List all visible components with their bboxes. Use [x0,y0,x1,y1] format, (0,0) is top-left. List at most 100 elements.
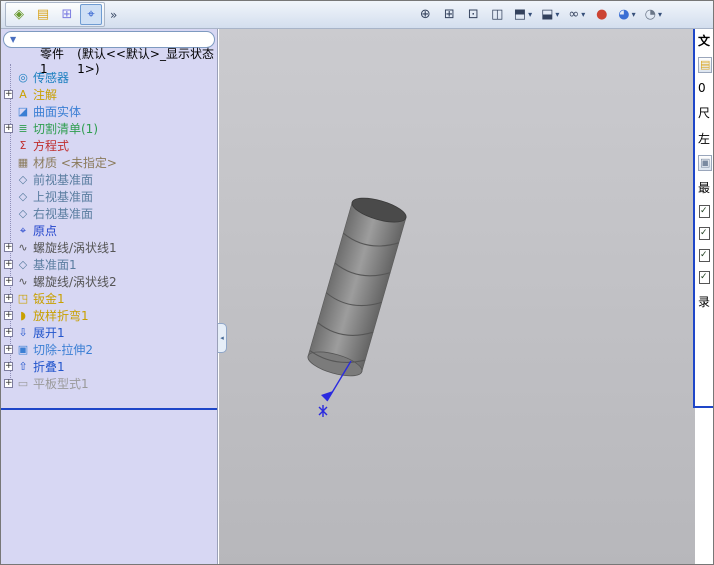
main-toolbar: ◈ ▤ ⊞ ⌖ » ⊕ ⊞ ⊡ ◫ ⬒ ▾ ⬓ ▾ ∞ ▾ ● ◕ ▾ ◔ ▾ [1,1,713,29]
expand-toggle-icon[interactable] [4,311,13,320]
expand-toggle-icon[interactable] [4,243,13,252]
value-label: 0 [698,81,706,95]
plane-icon: ◇ [18,257,28,271]
tree-item-equations[interactable]: Σ 方程式 [1,137,217,154]
lofted-bend-icon: ◗ [20,308,26,322]
propertymanager-tab-icon: ▤ [36,7,50,22]
configurationmanager-tab-icon: ⊞ [61,7,73,22]
tree-item-helix1[interactable]: ∿ 螺旋线/涡状线1 [1,239,217,256]
view-settings-button[interactable]: ◔ [642,4,665,26]
view-orientation-button[interactable]: ⬒ [511,4,535,26]
zoom-to-fit-button[interactable]: ⊡ [463,4,484,26]
tree-item-flat-pattern1[interactable]: ▭ 平板型式1 [1,375,217,392]
cut-extrude-icon: ▣ [17,342,29,356]
featuremanager-tree-section: ▼ 零件1 (默认<<默认>_显示状态 1>) ◎ 传感器 + A 注解 ◪ 曲… [1,29,217,410]
front-plane-icon: ◇ [18,172,28,186]
expand-toggle-icon[interactable] [4,345,13,354]
apply-scene-button[interactable]: ◕ [615,4,638,26]
tree-item-front-plane[interactable]: ◇ 前视基准面 [1,171,217,188]
annotations-icon: A [19,87,27,101]
featuremanager-panel: ▼ 零件1 (默认<<默认>_显示状态 1>) ◎ 传感器 + A 注解 ◪ 曲… [1,29,218,564]
option-checkbox-4[interactable] [699,271,710,284]
expand-toggle-icon[interactable] [4,379,13,388]
panel-button-icon[interactable]: ▣ [698,155,713,171]
origin-icon: ⌖ [19,223,27,237]
toolbar-overflow-button[interactable]: » [110,8,117,22]
helix-icon: ∿ [18,274,28,288]
configurationmanager-tab-button[interactable]: ⊞ [56,4,78,25]
section-view-icon: ◫ [491,7,504,22]
section-view-button[interactable]: ◫ [487,4,508,26]
tree-item-helix2[interactable]: ∿ 螺旋线/涡状线2 [1,273,217,290]
expand-toggle-icon[interactable] [4,90,13,99]
tree-item-annotations[interactable]: A 注解 [1,86,217,103]
tree-item-origin[interactable]: ⌖ 原点 [1,222,217,239]
tree-item-material[interactable]: ▦ 材质 <未指定> [1,154,217,171]
right-plane-icon: ◇ [18,206,28,220]
tree-item-plane1[interactable]: ◇ 基准面1 [1,256,217,273]
tree-item-fold1[interactable]: ⇧ 折叠1 [1,358,217,375]
expand-toggle-icon[interactable] [4,328,13,337]
sheet-metal-icon: ◳ [17,291,29,305]
zoom-in-out-button[interactable]: ⊕ [415,4,436,26]
tree-item-right-plane[interactable]: ◇ 右视基准面 [1,205,217,222]
propertymanager-tab-button[interactable]: ▤ [32,4,54,25]
panel-collapse-handle[interactable]: ◂ [218,323,227,353]
panel-tab-group: ◈ ▤ ⊞ ⌖ [5,2,105,27]
fold-icon: ⇧ [18,359,28,373]
cut-list-icon: ≣ [18,121,28,135]
tree-item-surface-bodies[interactable]: ◪ 曲面实体 [1,103,217,120]
edit-appearance-button[interactable]: ● [591,4,612,26]
left-label: 左 [698,132,711,146]
tree-items: ◎ 传感器 A 注解 ◪ 曲面实体 ≣ [1,69,217,392]
tree-item-sensors[interactable]: ◎ 传感器 [1,69,217,86]
hide-show-items-button[interactable]: ∞ [565,4,588,26]
expand-toggle-icon[interactable] [4,124,13,133]
tree-item-sheet-metal1[interactable]: ◳ 钣金1 [1,290,217,307]
zoom-to-fit-icon: ⊡ [467,7,479,22]
expand-toggle-icon[interactable] [4,294,13,303]
dimxpertmanager-tab-icon: ⌖ [87,7,95,22]
equations-icon: Σ [19,138,27,152]
zoom-to-area-icon: ⊞ [443,7,455,22]
tree-item-cut-extrude2[interactable]: ▣ 切除-拉伸2 [1,341,217,358]
tree-item-unfold1[interactable]: ⇩ 展开1 [1,324,217,341]
document-tab[interactable]: 文 [698,32,710,49]
zoom-in-out-icon: ⊕ [419,7,431,22]
option-checkbox-3[interactable] [699,249,710,262]
display-style-icon: ⬓ [541,7,554,22]
graphics-area[interactable] [219,29,695,564]
dimxpertmanager-tab-button[interactable]: ⌖ [80,4,102,25]
tree-item-lofted-bend1[interactable]: ◗ 放样折弯1 [1,307,217,324]
filter-icon: ▼ [10,35,17,44]
surface-bodies-icon: ◪ [17,104,29,118]
tree-root-part[interactable]: 零件1 (默认<<默认>_显示状态 1>) [1,47,217,76]
expand-toggle-icon[interactable] [4,277,13,286]
feature-tree: 零件1 (默认<<默认>_显示状态 1>) ◎ 传感器 A 注解 [1,47,217,392]
option-checkbox-2[interactable] [699,227,710,240]
model-cylinder[interactable] [267,189,467,429]
flat-pattern-icon: ▭ [17,376,29,390]
apply-scene-icon: ◕ [618,7,630,22]
display-style-button[interactable]: ⬓ [538,4,562,26]
best-fit-label: 最 [698,181,711,195]
solidworks-window: ◈ ▤ ⊞ ⌖ » ⊕ ⊞ ⊡ ◫ ⬒ ▾ ⬓ ▾ ∞ ▾ ● ◕ ▾ ◔ ▾ … [0,0,714,565]
expand-toggle-icon[interactable] [4,362,13,371]
option-checkbox-1[interactable] [699,205,710,218]
view-orientation-icon: ⬒ [513,7,527,22]
helix-icon: ∿ [18,240,28,254]
expand-toggle-icon[interactable] [4,260,13,269]
unfold-icon: ⇩ [18,325,28,339]
record-label: 录 [698,295,711,309]
heads-up-view-toolbar: ⊕ ⊞ ⊡ ◫ ⬒ ⬓ ∞ ● ◕ ◔ [415,4,665,26]
property-panel-clipped: 文 ▤ 0 尺 左 ▣ 最 录 [693,29,713,408]
tree-item-cut-list[interactable]: ≣ 切割清单(1) [1,120,217,137]
material-icon: ▦ [17,155,29,169]
featuremanager-tab-button[interactable]: ◈ [8,4,30,25]
featuremanager-tab-icon: ◈ [14,7,24,22]
sensors-icon: ◎ [18,70,28,84]
panel-tool-icon[interactable]: ▤ [698,57,713,73]
edit-appearance-icon: ● [596,7,608,22]
tree-item-top-plane[interactable]: ◇ 上视基准面 [1,188,217,205]
zoom-to-area-button[interactable]: ⊞ [439,4,460,26]
